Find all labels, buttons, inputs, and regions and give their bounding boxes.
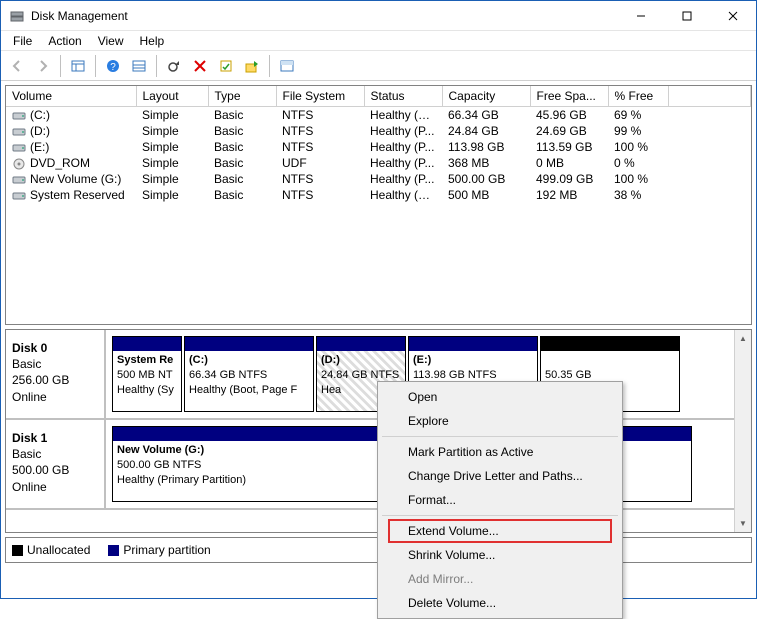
col-pctfree[interactable]: % Free — [608, 86, 668, 107]
partition-block[interactable]: (C:)66.34 GB NTFSHealthy (Boot, Page F — [184, 336, 314, 412]
ctx-delete[interactable]: Delete Volume... — [380, 591, 620, 615]
menu-view[interactable]: View — [90, 32, 132, 50]
drive-icon — [12, 174, 28, 186]
table-row[interactable]: DVD_ROMSimpleBasicUDFHealthy (P...368 MB… — [6, 155, 751, 171]
rescan-disks-button[interactable] — [240, 54, 264, 78]
menu-help[interactable]: Help — [132, 32, 173, 50]
ctx-change-letter[interactable]: Change Drive Letter and Paths... — [380, 464, 620, 488]
ctx-shrink[interactable]: Shrink Volume... — [380, 543, 620, 567]
disk-row: Disk 1Basic500.00 GBOnlineNew Volume (G:… — [6, 420, 734, 510]
close-button[interactable] — [710, 1, 756, 31]
ctx-mark-active[interactable]: Mark Partition as Active — [380, 440, 620, 464]
col-fs[interactable]: File System — [276, 86, 364, 107]
menu-action[interactable]: Action — [40, 32, 89, 50]
drive-icon — [12, 142, 28, 154]
properties-button[interactable] — [214, 54, 238, 78]
legend-primary: Primary partition — [108, 543, 210, 557]
col-type[interactable]: Type — [208, 86, 276, 107]
menu-file[interactable]: File — [5, 32, 40, 50]
col-layout[interactable]: Layout — [136, 86, 208, 107]
table-row[interactable]: (C:)SimpleBasicNTFSHealthy (B...66.34 GB… — [6, 107, 751, 124]
ctx-add-mirror: Add Mirror... — [380, 567, 620, 591]
titlebar: Disk Management — [1, 1, 756, 31]
view-top-button[interactable] — [275, 54, 299, 78]
back-button[interactable] — [5, 54, 29, 78]
col-volume[interactable]: Volume — [6, 86, 136, 107]
ctx-open[interactable]: Open — [380, 385, 620, 409]
disk-row: Disk 0Basic256.00 GBOnlineSystem Re500 M… — [6, 330, 734, 420]
table-row[interactable]: (D:)SimpleBasicNTFSHealthy (P...24.84 GB… — [6, 123, 751, 139]
table-row[interactable]: System ReservedSimpleBasicNTFSHealthy (S… — [6, 187, 751, 203]
window-title: Disk Management — [31, 9, 618, 23]
minimize-button[interactable] — [618, 1, 664, 31]
table-row[interactable]: New Volume (G:)SimpleBasicNTFSHealthy (P… — [6, 171, 751, 187]
delete-button[interactable] — [188, 54, 212, 78]
help-button[interactable]: ? — [101, 54, 125, 78]
col-status[interactable]: Status — [364, 86, 442, 107]
ctx-format[interactable]: Format... — [380, 488, 620, 512]
ctx-extend[interactable]: Extend Volume... — [408, 524, 499, 538]
disc-icon — [12, 158, 28, 170]
partition-context-menu: Open Explore Mark Partition as Active Ch… — [377, 381, 623, 619]
ctx-extend-highlight: Extend Volume... — [388, 519, 612, 543]
maximize-button[interactable] — [664, 1, 710, 31]
legend-unallocated: Unallocated — [12, 543, 90, 557]
drive-icon — [12, 110, 28, 122]
app-icon — [9, 8, 25, 24]
ctx-explore[interactable]: Explore — [380, 409, 620, 433]
scroll-up-arrow[interactable]: ▲ — [735, 330, 751, 347]
forward-button[interactable] — [31, 54, 55, 78]
disk-info[interactable]: Disk 1Basic500.00 GBOnline — [6, 420, 106, 508]
settings-list-button[interactable] — [127, 54, 151, 78]
refresh-button[interactable] — [162, 54, 186, 78]
col-free[interactable]: Free Spa... — [530, 86, 608, 107]
disk-pane-scrollbar[interactable]: ▲ ▼ — [734, 330, 751, 532]
col-capacity[interactable]: Capacity — [442, 86, 530, 107]
drive-icon — [12, 126, 28, 138]
partition-block[interactable]: System Re500 MB NTHealthy (Sy — [112, 336, 182, 412]
drive-icon — [12, 190, 28, 202]
svg-text:?: ? — [110, 62, 116, 73]
scroll-down-arrow[interactable]: ▼ — [735, 515, 751, 532]
disk-info[interactable]: Disk 0Basic256.00 GBOnline — [6, 330, 106, 418]
table-row[interactable]: (E:)SimpleBasicNTFSHealthy (P...113.98 G… — [6, 139, 751, 155]
volume-list: Volume Layout Type File System Status Ca… — [5, 85, 752, 325]
show-hide-tree-button[interactable] — [66, 54, 90, 78]
menu-bar: File Action View Help — [1, 31, 756, 51]
toolbar: ? — [1, 51, 756, 81]
volume-list-header: Volume Layout Type File System Status Ca… — [6, 86, 751, 107]
